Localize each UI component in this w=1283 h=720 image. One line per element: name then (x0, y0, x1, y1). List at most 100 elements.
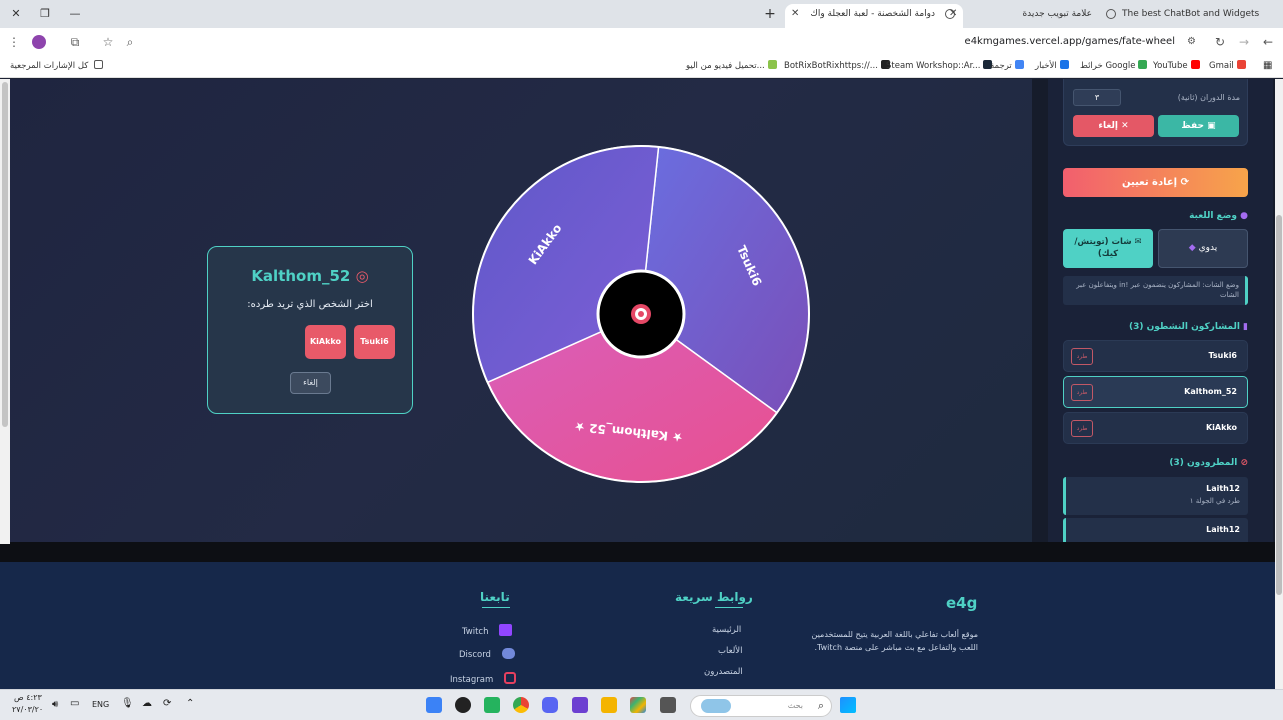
profile-avatar[interactable] (32, 35, 46, 49)
search-icon: ⌕ (817, 699, 824, 712)
settings-sidebar (1048, 79, 1273, 544)
cloud-icon[interactable]: ☁ (142, 698, 152, 709)
kick-option-tsuki6[interactable]: Tsuki6 (354, 325, 395, 359)
footer-follow-title: تابعنا (480, 590, 510, 604)
bookmark-maps[interactable]: خرائط Google (1080, 60, 1148, 71)
reload-icon[interactable]: ↻ (1212, 34, 1228, 50)
participant-card-selected[interactable]: Kalthom_52 طرد (1063, 376, 1248, 408)
language-indicator[interactable]: ENG (92, 700, 109, 709)
zoom-icon[interactable]: ⌕ (122, 34, 138, 50)
mode-description: وضع الشات: المشاركون ينضمون عبر !in ويتف… (1063, 276, 1248, 305)
reset-button[interactable]: إعادة تعيين ⟳ (1063, 168, 1248, 197)
new-tab-icon[interactable]: + (762, 6, 778, 22)
mode-title: ● وضع اللعبة (1189, 211, 1248, 221)
tray-chevron-icon[interactable]: ⌃ (186, 698, 194, 709)
taskbar-search[interactable]: بحث ⌕ (690, 695, 832, 717)
eliminated-card: Laith12 طرد في الجولة ١ (1063, 477, 1248, 515)
cancel-button[interactable]: إلغاء ✕ (1073, 115, 1154, 137)
app-icon[interactable] (630, 697, 646, 713)
sync-icon[interactable]: ⟳ (163, 698, 171, 709)
volume-icon[interactable]: 🔊︎ (52, 699, 58, 710)
hand-icon: ◆ (1188, 243, 1196, 253)
extensions-icon[interactable]: ⧉ (67, 34, 83, 50)
tab-favicon-icon (1106, 9, 1116, 19)
close-tab-icon[interactable]: ✕ (791, 4, 799, 24)
section-divider (0, 542, 1275, 562)
network-icon[interactable]: ▭ (70, 698, 79, 709)
forward-icon[interactable]: → (1236, 34, 1252, 50)
footer-link[interactable]: المتصدرون (704, 667, 743, 677)
footer-link[interactable]: الألعاب (718, 646, 743, 656)
users-icon: ▮ (1243, 322, 1248, 332)
bookmark-star-icon[interactable]: ☆ (100, 34, 116, 50)
search-highlight-icon (701, 699, 731, 713)
clock-time[interactable]: ٤:٢٣ ص (14, 693, 42, 702)
browser-toolbar: ⋮ ⧉ ☆ ⌕ e4kmgames.vercel.app/games/fate-… (0, 28, 1283, 56)
close-window-icon[interactable]: ✕ (8, 6, 24, 22)
restore-window-icon[interactable]: ❐ (37, 6, 53, 22)
menu-icon[interactable]: ⋮ (6, 34, 22, 50)
apps-grid-icon[interactable]: ▦ (1263, 60, 1272, 71)
participant-card[interactable]: Tsuki6 طرد (1063, 340, 1248, 372)
duration-label: مدة الدوران (ثانية) (1177, 93, 1240, 102)
microphone-icon[interactable]: 🎙︎ (121, 698, 134, 709)
minimize-window-icon[interactable]: — (67, 6, 83, 22)
clock-app-icon[interactable] (455, 697, 471, 713)
close-icon: ✕ (1121, 121, 1129, 131)
bookmarks-bar: كل الإشارات المرجعية تحميل فيديو من اليو… (0, 56, 1283, 78)
site-footer: e4g موقع ألعاب تفاعلي باللغة العربية يتي… (0, 562, 1275, 689)
address-bar[interactable]: e4kmgames.vercel.app/games/fate-wheel ⚙ (180, 31, 1200, 53)
bookmark-video-download[interactable]: تحميل فيديو من اليو... (686, 60, 777, 71)
app-icon[interactable] (572, 697, 588, 713)
folder-icon[interactable] (601, 697, 617, 713)
footer-link[interactable]: الرئيسية (712, 625, 741, 635)
windows-taskbar: ٤:٢٣ ص ٢٧/٠٣/٢٠ 🔊︎ ▭ ENG 🎙︎ ☁ ⟳ ⌃ بحث ⌕ (0, 689, 1283, 720)
bookmark-gmail[interactable]: Gmail (1209, 60, 1246, 71)
page-content: Tsuki6 ★ Kalthom_52 ★ KiAkko Kalthom_52 ◎ … (0, 79, 1283, 689)
mode-manual-button[interactable]: ◆ يدوي (1158, 229, 1248, 268)
footer-about: موقع ألعاب تفاعلي باللغة العربية يتيح لل… (811, 630, 978, 652)
social-link-instagram[interactable]: Instagram (450, 672, 516, 685)
dialog-cancel-button[interactable]: إلغاء (290, 372, 331, 394)
bookmark-all[interactable]: كل الإشارات المرجعية (10, 60, 104, 71)
ban-icon: ⊘ (1240, 458, 1248, 468)
bookmark-steam[interactable]: Steam Workshop::Ar... (886, 60, 993, 71)
back-icon[interactable]: ← (1260, 34, 1276, 50)
app-icon[interactable] (426, 697, 442, 713)
twitch-icon (499, 624, 513, 636)
duration-input[interactable]: ٣ (1073, 89, 1121, 106)
bookmark-botrix[interactable]: BotRixBotRixhttps://... (784, 60, 890, 71)
site-settings-icon[interactable]: ⚙ (1187, 31, 1196, 53)
discord-icon[interactable] (542, 697, 558, 713)
active-participants-title: ▮ المشاركون النشطون (3) (1128, 322, 1248, 332)
kick-button[interactable]: طرد (1071, 348, 1093, 365)
app-icon[interactable] (484, 697, 500, 713)
discord-icon (501, 648, 515, 659)
eliminated-title: ⊘ المطرودون (3) (1169, 458, 1248, 468)
start-button-icon[interactable] (840, 697, 856, 713)
social-link-twitch[interactable]: Twitch (462, 624, 513, 637)
close-tab-icon[interactable]: ✕ (949, 4, 957, 24)
dialog-title: Kalthom_52 ◎ (251, 267, 369, 285)
kick-option-kiakko[interactable]: KiAkko (305, 325, 346, 359)
bookmark-translate[interactable]: ترجمة (990, 60, 1024, 71)
tab-chatbot[interactable]: The best ChatBot and Widgets (1100, 4, 1260, 28)
mode-chat-button[interactable]: ✉ شات (تويتش/كيك) (1063, 229, 1153, 268)
save-button[interactable]: حفظ ▣ (1158, 115, 1239, 137)
tab-new-tab[interactable]: ✕ علامة تبويب جديدة (945, 4, 1100, 28)
kick-button[interactable]: طرد (1071, 384, 1093, 401)
app-icon[interactable] (660, 697, 676, 713)
bookmark-youtube[interactable]: YouTube (1153, 60, 1200, 71)
game-scrollbar-thumb[interactable] (2, 82, 8, 427)
fate-wheel[interactable]: Tsuki6★ Kalthom_52 ★KiAkko (471, 144, 811, 484)
kick-button[interactable]: طرد (1071, 420, 1093, 437)
social-link-discord[interactable]: Discord (459, 648, 515, 660)
dialog-subtitle: اختر الشخص الذي تريد طرده: (247, 299, 373, 310)
bookmark-news[interactable]: الأخبار (1035, 60, 1069, 71)
chrome-icon[interactable] (513, 697, 529, 713)
clock-date[interactable]: ٢٧/٠٣/٢٠ (12, 705, 43, 714)
page-scrollbar-thumb[interactable] (1276, 215, 1282, 595)
tab-fate-wheel[interactable]: ✕ دوامة الشخصنة - لعبة العجلة واك (785, 4, 963, 28)
participant-card[interactable]: KiAkko طرد (1063, 412, 1248, 444)
reset-icon: ⟳ (1180, 177, 1189, 188)
